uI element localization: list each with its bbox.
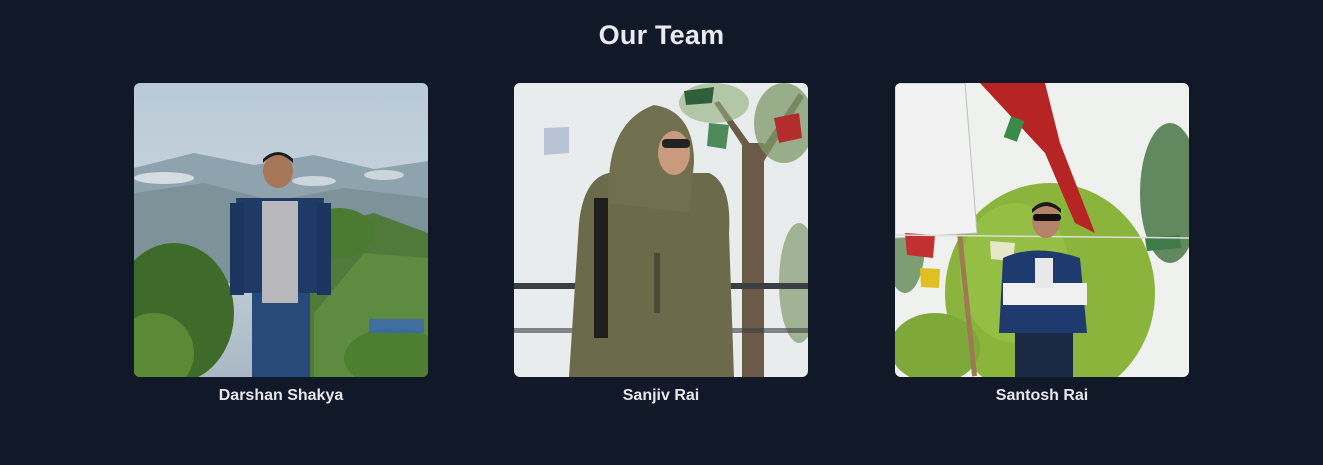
- team-member-photo: [895, 83, 1189, 377]
- team-member-name: Santosh Rai: [995, 387, 1089, 404]
- team-member-name: Sanjiv Rai: [622, 387, 700, 404]
- team-section: Our Team Darshan Shakya Sanjiv Rai Santo…: [0, 0, 1323, 465]
- team-member-card: Darshan Shakya: [134, 83, 428, 405]
- team-member-photo: [134, 83, 428, 377]
- team-member-card: Sanjiv Rai: [514, 83, 808, 405]
- section-title: Our Team: [598, 20, 725, 50]
- team-member-card: Santosh Rai: [895, 83, 1189, 405]
- team-member-name: Darshan Shakya: [218, 387, 344, 404]
- team-member-photo: [514, 83, 808, 377]
